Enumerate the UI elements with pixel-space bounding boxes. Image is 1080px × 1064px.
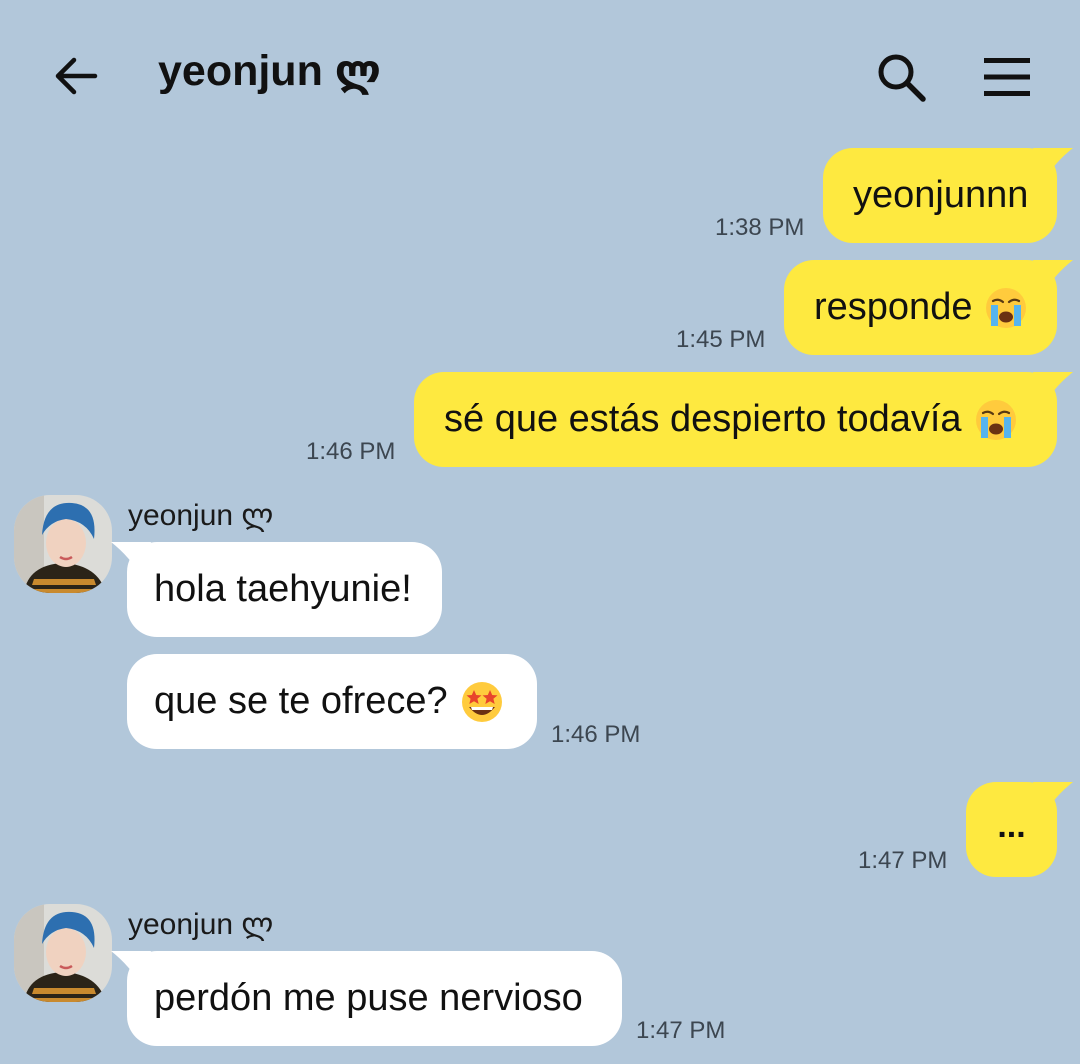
chat-title: yeonjun ლ: [158, 47, 381, 95]
message-text: que se te ofrece?: [154, 680, 448, 722]
bubble-tail: [1033, 260, 1073, 294]
message-timestamp: 1:46 PM: [551, 721, 641, 748]
message-timestamp: 1:45 PM: [676, 326, 766, 353]
search-button[interactable]: [872, 48, 930, 106]
bubble-tail: [1033, 148, 1073, 182]
menu-button[interactable]: [978, 48, 1036, 106]
message-timestamp: 1:38 PM: [715, 214, 805, 241]
hamburger-menu-icon: [984, 58, 1030, 96]
message-text: ...: [997, 807, 1026, 845]
chat-header: yeonjun ლ: [0, 0, 1080, 140]
message-text: hola taehyunie!: [154, 568, 412, 610]
avatar-photo: [14, 904, 112, 1002]
star-struck-face-icon: [461, 681, 502, 722]
message-text: sé que estás despierto todavía: [444, 398, 962, 440]
bubble-tail: [111, 542, 151, 576]
arrow-left-icon: [55, 57, 98, 95]
avatar-photo: [14, 495, 112, 593]
message-text: yeonjunnn: [853, 174, 1029, 216]
sent-message-bubble[interactable]: yeonjunnn: [823, 148, 1073, 243]
message-timestamp: 1:47 PM: [858, 847, 948, 874]
contact-avatar[interactable]: [14, 495, 112, 593]
sent-message-bubble[interactable]: ...: [966, 782, 1073, 877]
message-timestamp: 1:47 PM: [636, 1017, 726, 1044]
received-message-bubble[interactable]: hola taehyunie!: [111, 542, 442, 637]
contact-avatar[interactable]: [14, 904, 112, 1002]
received-message-bubble[interactable]: perdón me puse nervioso: [111, 951, 622, 1046]
message-text: responde: [814, 286, 973, 328]
sender-name: yeonjun ლ: [128, 499, 274, 532]
loudly-crying-face-icon: [975, 399, 1016, 440]
bubble-tail: [1033, 372, 1073, 406]
received-message-bubble[interactable]: que se te ofrece?: [127, 654, 537, 749]
sent-message-bubble[interactable]: sé que estás despierto todavía: [414, 372, 1073, 467]
sent-message-bubble[interactable]: responde: [784, 260, 1073, 355]
message-text: perdón me puse nervioso: [154, 977, 583, 1019]
bubble-tail: [1033, 782, 1073, 816]
loudly-crying-face-icon: [986, 287, 1027, 328]
bubble-tail: [111, 951, 151, 985]
message-timestamp: 1:46 PM: [306, 438, 396, 465]
back-button[interactable]: [48, 48, 104, 104]
sender-name: yeonjun ლ: [128, 908, 274, 941]
search-icon: [878, 54, 926, 102]
